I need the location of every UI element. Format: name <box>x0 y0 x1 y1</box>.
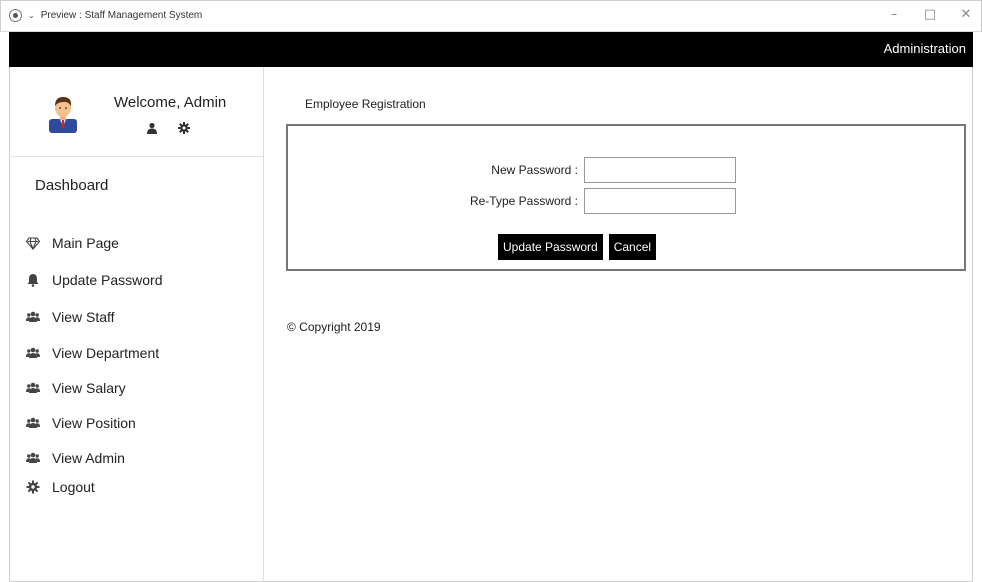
page-title: Employee Registration <box>305 97 426 111</box>
sidebar-item-view-department[interactable]: View Department <box>26 345 159 361</box>
profile-panel: Welcome, Admin <box>9 67 263 157</box>
users-icon <box>26 451 40 465</box>
new-password-row: New Password : <box>438 157 736 183</box>
minimize-button[interactable]: – <box>887 7 901 23</box>
sidebar-item-label: View Salary <box>52 380 126 396</box>
update-password-button[interactable]: Update Password <box>498 234 603 260</box>
window-menu-icon[interactable] <box>9 9 22 22</box>
sidebar-item-view-admin[interactable]: View Admin <box>26 450 125 466</box>
sidebar-item-label: Update Password <box>52 272 163 288</box>
window-title: Preview : Staff Management System <box>40 10 203 21</box>
profile-actions <box>146 122 190 134</box>
window-controls: – □ ✕ <box>887 7 973 23</box>
retype-password-input[interactable] <box>584 188 736 214</box>
close-button[interactable]: ✕ <box>959 7 973 23</box>
bell-icon <box>26 273 40 287</box>
user-icon[interactable] <box>146 122 158 134</box>
diamond-icon <box>26 236 40 250</box>
sidebar-item-label: Main Page <box>52 235 119 251</box>
users-icon <box>26 381 40 395</box>
sidebar-item-label: View Position <box>52 415 136 431</box>
cancel-button[interactable]: Cancel <box>608 234 657 260</box>
users-icon <box>26 346 40 360</box>
retype-password-row: Re-Type Password : <box>438 188 736 214</box>
sidebar-item-label: Logout <box>52 479 95 495</box>
gear-icon[interactable] <box>178 122 190 134</box>
maximize-button[interactable]: □ <box>923 7 937 23</box>
sidebar-item-view-salary[interactable]: View Salary <box>26 380 126 396</box>
retype-password-label: Re-Type Password : <box>469 194 578 208</box>
sidebar-item-label: View Admin <box>52 450 125 466</box>
users-icon <box>26 310 40 324</box>
sidebar-item-update-password[interactable]: Update Password <box>26 272 163 288</box>
password-form: New Password : Re-Type Password : Update… <box>286 124 966 271</box>
sidebar-item-label: View Department <box>52 345 160 361</box>
top-navbar: Administration <box>9 32 973 67</box>
administration-link[interactable]: Administration <box>884 41 966 56</box>
sidebar-item-main-page[interactable]: Main Page <box>26 235 119 251</box>
sidebar-item-view-staff[interactable]: View Staff <box>26 309 115 325</box>
chevron-down-icon[interactable]: ⌄ <box>28 9 35 22</box>
sidebar-item-logout[interactable]: Logout <box>26 479 95 495</box>
dashboard-heading: Dashboard <box>35 177 109 194</box>
sidebar-item-label: View Staff <box>52 309 115 325</box>
window-titlebar: ⌄ Preview : Staff Management System – □ … <box>0 0 982 32</box>
titlebar-left: ⌄ Preview : Staff Management System <box>9 9 202 22</box>
form-actions: Update Password Cancel <box>498 234 657 260</box>
welcome-text: Welcome, Admin <box>114 94 227 111</box>
users-icon <box>26 416 40 430</box>
new-password-input[interactable] <box>584 157 736 183</box>
gear-icon <box>26 480 40 494</box>
sidebar-item-view-position[interactable]: View Position <box>26 415 136 431</box>
copyright-text: © Copyright 2019 <box>287 320 381 334</box>
new-password-label: New Password : <box>491 163 578 177</box>
avatar <box>49 97 77 133</box>
